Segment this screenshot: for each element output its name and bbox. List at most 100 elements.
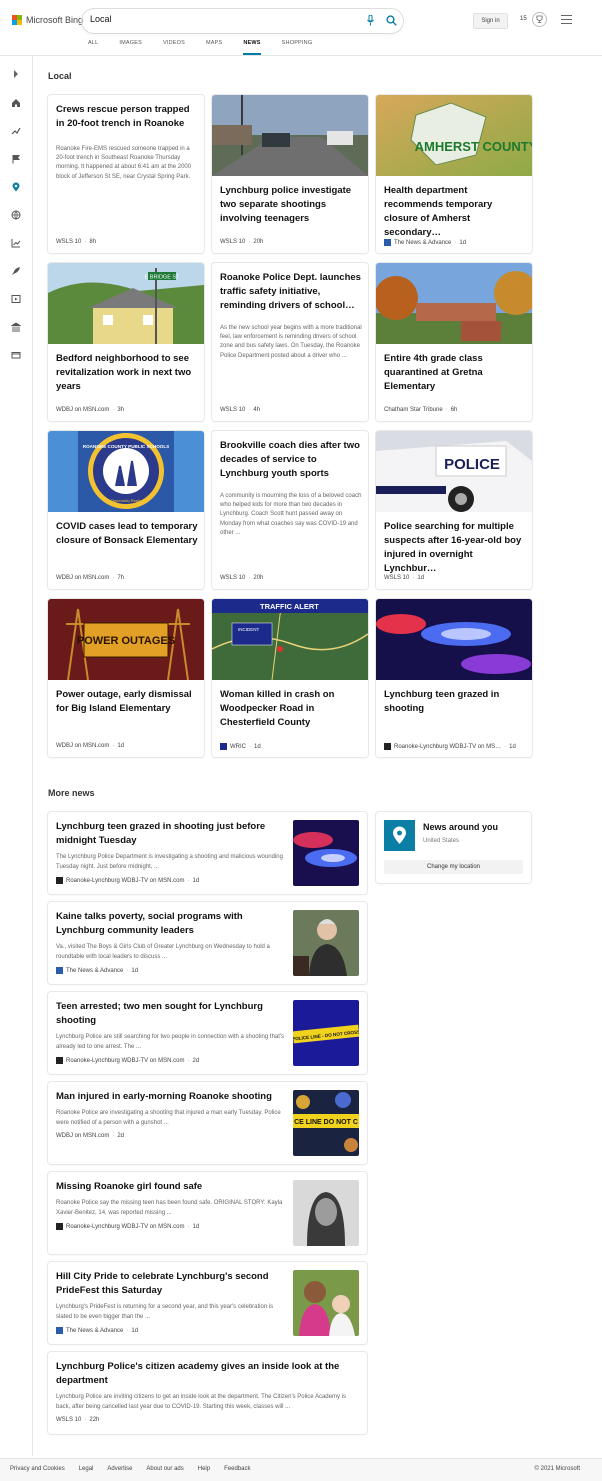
news-card[interactable]: TRAFFIC ALERT INCIDENT Woman killed in c… [212, 599, 368, 757]
rocket-icon[interactable] [11, 263, 21, 275]
rewards-count[interactable]: 15 [520, 16, 527, 22]
item-snippet: Lynchburg's PrideFest is returning for a… [56, 1304, 274, 1320]
news-list-item[interactable]: Hill City Pride to celebrate Lynchburg's… [48, 1262, 367, 1344]
tab-videos[interactable]: VIDEOS [163, 40, 185, 55]
card-title[interactable]: Woman killed in crash on Woodpecker Road… [220, 688, 362, 730]
card-title[interactable]: Power outage, early dismissal for Big Is… [56, 688, 198, 716]
expand-rail-icon[interactable] [11, 66, 21, 78]
news-card[interactable]: Crews rescue person trapped in 20-foot t… [48, 95, 204, 253]
item-title[interactable]: Missing Roanoke girl found safe [56, 1180, 286, 1194]
news-card[interactable]: E BRIDGE ST Bedford neighborhood to see … [48, 263, 204, 421]
footer-link-legal[interactable]: Legal [79, 1466, 94, 1472]
item-title[interactable]: Lynchburg teen grazed in shooting just b… [56, 820, 286, 848]
tab-shopping[interactable]: SHOPPING [282, 40, 313, 55]
item-snippet: Roanoke Police are investigating a shoot… [56, 1110, 281, 1126]
footer-link-help[interactable]: Help [198, 1466, 210, 1472]
more-news-title: More news [48, 788, 95, 798]
wdbj-logo-icon [56, 877, 63, 884]
left-category-rail [0, 56, 33, 1456]
card-title[interactable]: Lynchburg police investigate two separat… [220, 184, 362, 226]
news-card[interactable]: AMHERST COUNTY Health department recomme… [376, 95, 532, 253]
card-title[interactable]: Entire 4th grade class quarantined at Gr… [384, 352, 526, 394]
local-section-title: Local [48, 71, 72, 81]
image-text: E BRIDGE ST [145, 275, 180, 281]
item-title[interactable]: Lynchburg Police's citizen academy gives… [56, 1360, 356, 1388]
news-card[interactable]: POWER OUTAGES Power outage, early dismis… [48, 599, 204, 757]
item-snippet: Roanoke Police say the missing teen has … [56, 1200, 283, 1216]
power-outages-image: POWER OUTAGES [48, 599, 204, 680]
location-pin-icon [384, 820, 415, 851]
item-title[interactable]: Teen arrested; two men sought for Lynchb… [56, 1000, 286, 1028]
news-list-item[interactable]: Lynchburg Police's citizen academy gives… [48, 1352, 367, 1434]
card-title[interactable]: Health department recommends temporary c… [384, 184, 526, 240]
news-list-item[interactable]: Lynchburg teen grazed in shooting just b… [48, 812, 367, 894]
business-chart-icon[interactable] [11, 235, 21, 248]
microphone-icon[interactable] [367, 15, 374, 26]
news-card[interactable]: POLICE Police searching for multiple sus… [376, 431, 532, 589]
item-source: The News & Advance · 1d [56, 1327, 138, 1334]
speaker-photo-thumbnail [293, 910, 359, 976]
tab-news[interactable]: NEWS [243, 40, 261, 55]
news-list-item[interactable]: Missing Roanoke girl found safe Roanoke … [48, 1172, 367, 1254]
card-title[interactable]: COVID cases lead to temporary closure of… [56, 520, 198, 548]
item-source: The News & Advance · 1d [56, 967, 138, 974]
home-icon[interactable] [11, 95, 21, 107]
news-card[interactable]: ROANOKE COUNTY PUBLIC SCHOOLS Opportunit… [48, 431, 204, 589]
footer-link-feedback[interactable]: Feedback [224, 1466, 250, 1472]
news-card[interactable]: Brookville coach dies after two decades … [212, 431, 368, 589]
flag-icon[interactable] [11, 151, 21, 164]
news-around-title: News around you [423, 822, 499, 832]
image-text: POWER OUTAGES [77, 635, 175, 647]
entertainment-icon[interactable] [11, 291, 21, 303]
change-location-button[interactable]: Change my location [384, 860, 523, 874]
news-advance-logo-icon [384, 239, 391, 246]
card-snippet: Roanoke Fire-EMS rescued someone trapped… [56, 146, 192, 180]
news-card[interactable]: Roanoke Police Dept. launches traffic sa… [212, 263, 368, 421]
image-text: AMHERST COUNTY [415, 139, 532, 154]
footer-link-about-ads[interactable]: About our ads [146, 1466, 183, 1472]
tab-images[interactable]: IMAGES [119, 40, 142, 55]
money-card-icon[interactable] [11, 347, 21, 359]
card-source: WRIC · 1d [220, 743, 261, 750]
card-source: WDBJ on MSN.com · 1d [56, 743, 125, 749]
politics-building-icon[interactable] [10, 319, 22, 332]
card-title[interactable]: Roanoke Police Dept. launches traffic sa… [220, 271, 362, 313]
card-title[interactable]: Crews rescue person trapped in 20-foot t… [56, 103, 198, 131]
police-lights-image [376, 599, 532, 680]
item-title[interactable]: Man injured in early-morning Roanoke sho… [56, 1090, 286, 1104]
card-title[interactable]: Brookville coach dies after two decades … [220, 439, 362, 481]
globe-icon[interactable] [11, 207, 21, 220]
item-source: Roanoke-Lynchburg WDBJ-TV on MSN.com · 2d [56, 1057, 199, 1064]
location-pin-icon[interactable] [11, 179, 21, 192]
card-title[interactable]: Police searching for multiple suspects a… [384, 520, 526, 576]
news-list-item[interactable]: Teen arrested; two men sought for Lynchb… [48, 992, 367, 1074]
hamburger-menu-icon[interactable] [561, 15, 572, 24]
search-input[interactable] [90, 14, 350, 24]
card-source: WSLS 10 · 20h [220, 575, 264, 581]
footer-link-advertise[interactable]: Advertise [107, 1466, 132, 1472]
sign-in-button[interactable]: Sign in [473, 13, 508, 29]
search-icon[interactable] [386, 15, 397, 26]
news-card[interactable]: Lynchburg teen grazed in shooting Roanok… [376, 599, 532, 757]
page-footer: Privacy and Cookies Legal Advertise Abou… [0, 1458, 602, 1481]
bing-logo[interactable]: Microsoft Bing [12, 15, 83, 25]
card-title[interactable]: Bedford neighborhood to see revitalizati… [56, 352, 198, 394]
footer-link-privacy[interactable]: Privacy and Cookies [10, 1466, 65, 1472]
news-card[interactable]: Entire 4th grade class quarantined at Gr… [376, 263, 532, 421]
copyright: © 2021 Microsoft [534, 1466, 580, 1472]
news-card[interactable]: Lynchburg police investigate two separat… [212, 95, 368, 253]
news-list-item[interactable]: Kaine talks poverty, social programs wit… [48, 902, 367, 984]
missing-girl-photo-thumbnail [293, 1180, 359, 1246]
item-title[interactable]: Hill City Pride to celebrate Lynchburg's… [56, 1270, 286, 1298]
rewards-trophy-icon[interactable] [532, 12, 547, 27]
card-source: Roanoke-Lynchburg WDBJ-TV on MS… · 1d [384, 743, 516, 750]
news-list-item[interactable]: Man injured in early-morning Roanoke sho… [48, 1082, 367, 1164]
amherst-county-map-image: AMHERST COUNTY [376, 95, 532, 176]
tab-maps[interactable]: MAPS [206, 40, 222, 55]
crime-scene-tape-thumbnail: CE LINE DO NOT C [293, 1090, 359, 1156]
news-advance-logo-icon [56, 967, 63, 974]
item-title[interactable]: Kaine talks poverty, social programs wit… [56, 910, 286, 938]
trending-icon[interactable] [11, 123, 21, 135]
card-title[interactable]: Lynchburg teen grazed in shooting [384, 688, 526, 716]
tab-all[interactable]: ALL [88, 40, 98, 55]
